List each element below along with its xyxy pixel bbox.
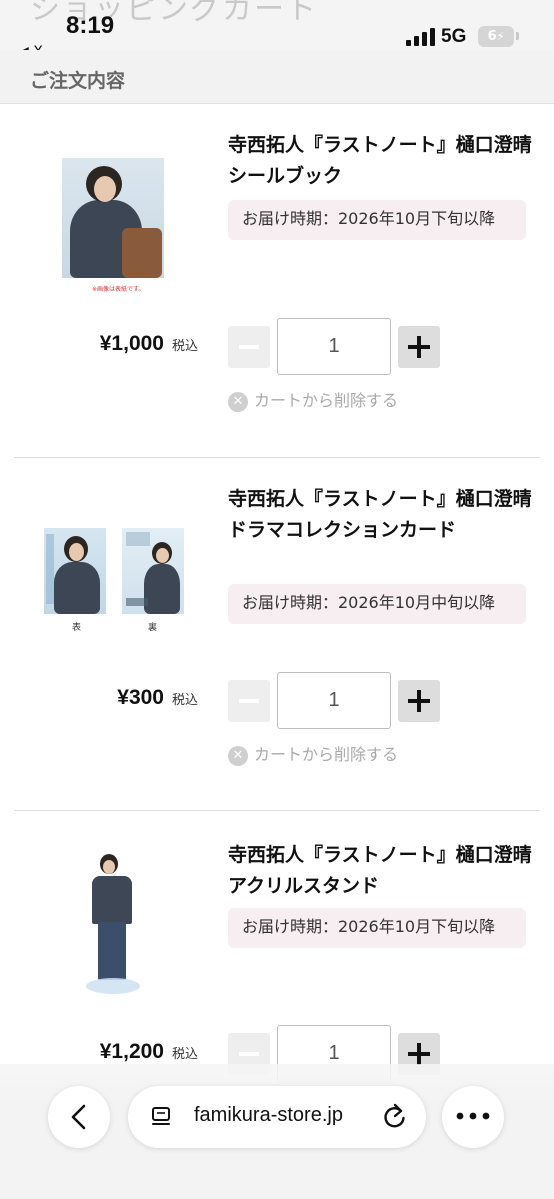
- more-icon: [456, 1112, 490, 1120]
- price-value: ¥1,200: [99, 1040, 164, 1063]
- card-front: [44, 528, 106, 614]
- remove-label: カートから削除する: [254, 745, 399, 764]
- stand-shirt: [92, 876, 132, 924]
- stand-face: [103, 860, 115, 874]
- quantity-increase-button[interactable]: [398, 680, 440, 722]
- close-circle-icon: ✕: [228, 391, 248, 412]
- delivery-date: お届け時期：2026年10月下旬以降: [228, 908, 526, 948]
- delivery-date: お届け時期：2026年10月中旬以降: [228, 584, 526, 624]
- section-title: ご注文内容: [30, 70, 126, 92]
- price-value: ¥1,000: [99, 332, 164, 355]
- battery-level: 6: [487, 29, 497, 44]
- quantity-decrease-button[interactable]: [228, 680, 270, 722]
- product-price: ¥1,200 税込: [100, 1040, 198, 1064]
- product-title[interactable]: 寺西拓人『ラストノート』樋口澄晴 シールブック: [228, 130, 533, 192]
- close-circle-icon: ✕: [228, 745, 248, 766]
- price-value: ¥300: [117, 686, 164, 709]
- image-note: ※画像は表紙です。: [92, 286, 145, 293]
- stand-base: [86, 978, 140, 994]
- remove-from-cart-link[interactable]: ✕ カートから削除する: [228, 744, 398, 768]
- quantity-increase-button[interactable]: [398, 326, 440, 368]
- quantity-decrease-button[interactable]: [228, 326, 270, 368]
- item-divider: [14, 457, 540, 458]
- tax-label: 税込: [171, 339, 198, 354]
- product-title[interactable]: 寺西拓人『ラストノート』樋口澄晴 アクリルスタンド: [228, 840, 533, 902]
- signal-icon: [406, 28, 436, 46]
- browser-back-button[interactable]: [48, 1086, 110, 1148]
- quantity-input[interactable]: 1: [277, 672, 391, 729]
- product-image-collection-card[interactable]: 表 裏: [44, 528, 184, 634]
- quantity-input[interactable]: 1: [277, 318, 391, 375]
- photo-cover: [62, 158, 164, 278]
- front-label: 表: [72, 623, 82, 633]
- tax-label: 税込: [171, 693, 198, 708]
- clock: 8:19: [66, 12, 115, 39]
- product-image-acrylic-stand[interactable]: [84, 854, 144, 1000]
- product-title[interactable]: 寺西拓人『ラストノート』樋口澄晴 ドラマコレクションカード: [228, 484, 533, 546]
- product-image-sticker-book[interactable]: ※画像は表紙です。: [62, 158, 164, 293]
- remove-from-cart-link[interactable]: ✕ カートから削除する: [228, 390, 398, 414]
- chevron-left-icon: [71, 1104, 86, 1130]
- url-text: famikura-store.jp: [194, 1104, 343, 1126]
- remove-label: カートから削除する: [254, 391, 399, 410]
- product-price: ¥1,000 税込: [100, 332, 198, 356]
- item-divider: [14, 810, 540, 811]
- tax-label: 税込: [171, 1047, 198, 1062]
- battery-icon: 6⚡: [478, 26, 514, 47]
- stand-jeans: [98, 922, 126, 980]
- network-type: 5G: [441, 26, 467, 47]
- product-price: ¥300 税込: [117, 686, 198, 710]
- tabs-icon: [152, 1107, 170, 1125]
- delivery-date: お届け時期：2026年10月下旬以降: [228, 200, 526, 240]
- address-bar[interactable]: famikura-store.jp: [128, 1086, 426, 1148]
- reload-icon[interactable]: [382, 1102, 408, 1130]
- order-section-header: ご注文内容: [0, 50, 554, 104]
- battery-tip: [516, 32, 519, 40]
- card-back: [122, 528, 184, 614]
- browser-more-button[interactable]: [442, 1086, 504, 1148]
- back-label: 裏: [148, 623, 158, 633]
